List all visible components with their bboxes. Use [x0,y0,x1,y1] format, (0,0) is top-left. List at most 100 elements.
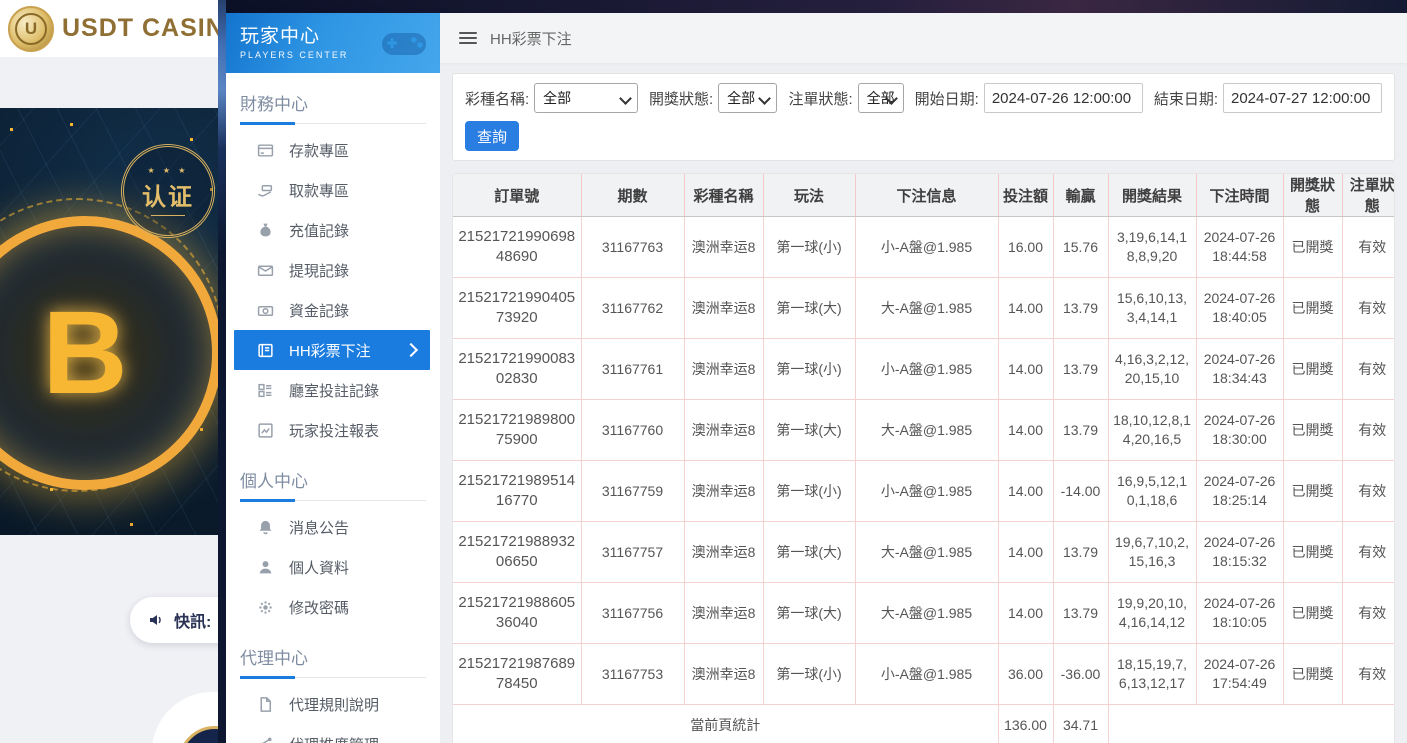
sidebar-scrollbar[interactable] [218,0,226,743]
table-cell: 14.00 [998,461,1053,522]
table-cell: 第一球(大) [763,400,855,461]
sidebar-item-label: 修改密碼 [289,597,349,618]
top-banner-strip [218,0,1407,13]
table-cell: 已開獎 [1283,522,1342,583]
sidebar-item-label: 代理推廣管理 [289,734,379,743]
sidebar-item-label: 個人資料 [289,557,349,578]
bottom-logo-inner [178,726,218,743]
table-row: 215217219889320665031167757澳洲幸运8第一球(大)大-… [453,522,1395,583]
table-row: 215217219906984869031167763澳洲幸运8第一球(小)小-… [453,217,1395,278]
start-date-input[interactable] [984,83,1143,113]
sidebar-item[interactable]: 消息公告 [234,507,430,547]
table-cell: 31167756 [581,583,684,644]
brand-name: USDT CASINO [62,14,218,43]
sidebar-item-label: 玩家投注報表 [289,420,379,441]
sidebar-item[interactable]: 修改密碼 [234,587,430,627]
table-cell: 澳洲幸运8 [684,644,763,705]
sidebar-item[interactable]: 玩家投注報表 [234,410,430,450]
recharge-icon [256,222,274,239]
sidebar-item[interactable]: 取款專區 [234,170,430,210]
table-cell: 第一球(小) [763,339,855,400]
table-cell: 2024-07-26 18:40:05 [1196,278,1283,339]
news-label: 快訊: [174,608,211,632]
cashout-icon [256,262,274,279]
lottery-name-select[interactable]: 全部 [534,83,638,113]
gold-specks [10,128,13,131]
sidebar-item[interactable]: 充值記錄 [234,210,430,250]
table-cell: 2152172199008302830 [453,339,581,400]
order-status-select[interactable]: 全部 [858,83,904,113]
table-cell: 澳洲幸运8 [684,278,763,339]
sidebar-item[interactable]: 存款專區 [234,130,430,170]
sidebar-item[interactable]: 提現記錄 [234,250,430,290]
table-cell: 大-A盤@1.985 [855,400,998,461]
table-cell: 小-A盤@1.985 [855,461,998,522]
column-header: 玩法 [763,174,855,217]
table-cell: 18,15,19,7,6,13,12,17 [1108,644,1196,705]
sidebar-section-title: 個人中心 [240,467,426,492]
coin-letter: U [15,13,47,45]
table-row: 215217219898007590031167760澳洲幸运8第一球(大)大-… [453,400,1395,461]
table-cell: 2024-07-26 18:30:00 [1196,400,1283,461]
table-cell: 有效 [1342,278,1395,339]
summary-label: 當前頁統計 [453,705,998,743]
table-cell: 3,19,6,14,18,8,9,20 [1108,217,1196,278]
column-header: 開獎結果 [1108,174,1196,217]
table-cell: 2152172198951416770 [453,461,581,522]
sidebar-item-label: 消息公告 [289,517,349,538]
table-cell: 31167760 [581,400,684,461]
table-cell: 2024-07-26 18:25:14 [1196,461,1283,522]
chevron-down-icon [619,92,632,105]
sidebar-item-label: 代理規則說明 [289,694,379,715]
table-cell: 2152172199069848690 [453,217,581,278]
table-cell: 有效 [1342,400,1395,461]
speaker-icon [147,612,165,628]
table-cell: 有效 [1342,522,1395,583]
report-icon [256,422,274,439]
page-title: HH彩票下注 [490,28,572,49]
sidebar-item[interactable]: 代理推廣管理 [234,724,430,743]
bets-table: 訂單號期數彩種名稱玩法下注信息投注額輸贏開獎結果下注時間開獎狀態注單狀態2152… [453,174,1395,743]
sidebar-section-items: 代理規則說明代理推廣管理 [226,684,440,743]
table-cell: 13.79 [1053,522,1108,583]
column-header: 開獎狀態 [1283,174,1342,217]
sidebar-item[interactable]: 代理規則說明 [234,684,430,724]
sidebar-item[interactable]: 廳室投註記錄 [234,370,430,410]
table-cell: 已開獎 [1283,400,1342,461]
news-ticker-pill[interactable]: 快訊: [130,597,218,643]
search-button[interactable]: 查詢 [465,121,519,151]
sidebar-item[interactable]: 個人資料 [234,547,430,587]
certified-badge: ★ ★ ★ 认证 [121,144,215,238]
section-divider [240,677,426,678]
column-header: 投注額 [998,174,1053,217]
table-cell: 14.00 [998,583,1053,644]
table-cell: 已開獎 [1283,583,1342,644]
sidebar-item[interactable]: HH彩票下注 [234,330,430,370]
sidebar-section-title: 代理中心 [240,644,426,669]
table-cell: 18,10,12,8,14,20,16,5 [1108,400,1196,461]
table-cell: -36.00 [1053,644,1108,705]
table-cell: 已開獎 [1283,217,1342,278]
table-cell: 14.00 [998,400,1053,461]
draw-status-value: 全部 [727,88,755,108]
table-cell: 小-A盤@1.985 [855,217,998,278]
table-cell: 有效 [1342,217,1395,278]
section-divider [240,123,426,124]
menu-toggle-icon[interactable] [459,32,477,44]
table-cell: 小-A盤@1.985 [855,339,998,400]
badge-underline [151,215,185,216]
summary-winloss-total: 34.71 [1053,705,1108,743]
lottery-name-label: 彩種名稱: [465,88,529,109]
summary-row: 當前頁統計136.0034.71 [453,705,1395,743]
table-cell: 第一球(大) [763,522,855,583]
table-cell: 15.76 [1053,217,1108,278]
table-cell: 第一球(小) [763,217,855,278]
table-cell: 有效 [1342,339,1395,400]
table-cell: 澳洲幸运8 [684,583,763,644]
badge-text: 认证 [142,177,194,212]
room-icon [256,382,274,399]
sidebar-item[interactable]: 資金記錄 [234,290,430,330]
usdt-coin-icon: U [8,6,54,52]
draw-status-select[interactable]: 全部 [718,83,777,113]
end-date-input[interactable] [1223,83,1382,113]
